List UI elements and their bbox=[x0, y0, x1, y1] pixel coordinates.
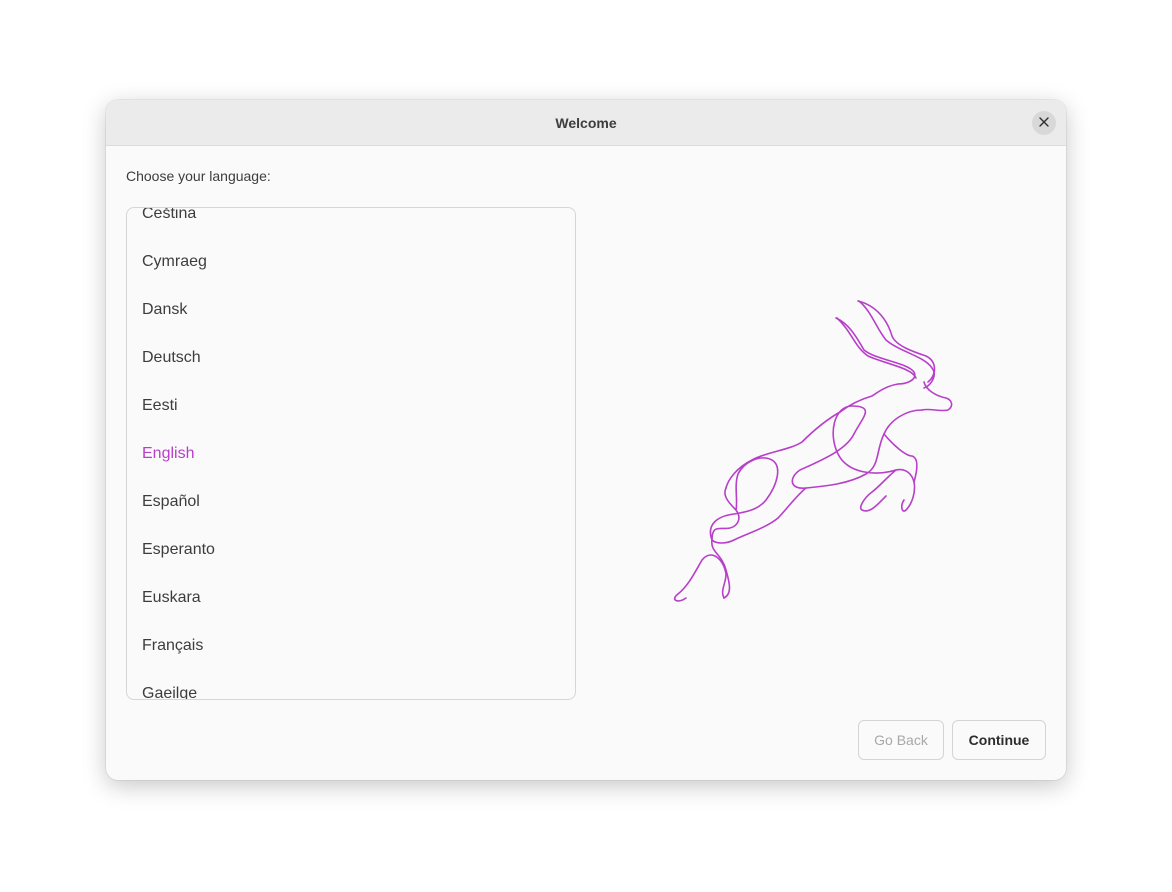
window-title: Welcome bbox=[555, 115, 617, 131]
antelope-icon bbox=[673, 300, 953, 602]
language-item[interactable]: Cymraeg bbox=[127, 238, 575, 286]
continue-button[interactable]: Continue bbox=[952, 720, 1046, 760]
language-item[interactable]: Čeština bbox=[127, 208, 575, 238]
language-item[interactable]: Esperanto bbox=[127, 526, 575, 574]
language-item[interactable]: English bbox=[127, 430, 575, 478]
go-back-button[interactable]: Go Back bbox=[858, 720, 944, 760]
language-item[interactable]: Español bbox=[127, 478, 575, 526]
language-item[interactable]: Euskara bbox=[127, 574, 575, 622]
language-item[interactable]: Gaeilge bbox=[127, 670, 575, 699]
close-icon bbox=[1039, 114, 1049, 132]
language-item[interactable]: Dansk bbox=[127, 286, 575, 334]
antelope-illustration bbox=[666, 290, 966, 615]
language-prompt: Choose your language: bbox=[126, 168, 271, 184]
language-list-content: Čeština Cymraeg Dansk Deutsch Eesti English Es… bbox=[127, 208, 575, 699]
language-item[interactable]: Eesti bbox=[127, 382, 575, 430]
title-bar: Welcome bbox=[106, 100, 1066, 146]
close-button[interactable] bbox=[1032, 111, 1056, 135]
language-item[interactable]: Français bbox=[127, 622, 575, 670]
language-list[interactable]: Čeština Cymraeg Dansk Deutsch Eesti English Es… bbox=[126, 207, 576, 700]
welcome-window: Welcome Choose your language: Čeština Cym… bbox=[106, 100, 1066, 780]
language-item[interactable]: Deutsch bbox=[127, 334, 575, 382]
